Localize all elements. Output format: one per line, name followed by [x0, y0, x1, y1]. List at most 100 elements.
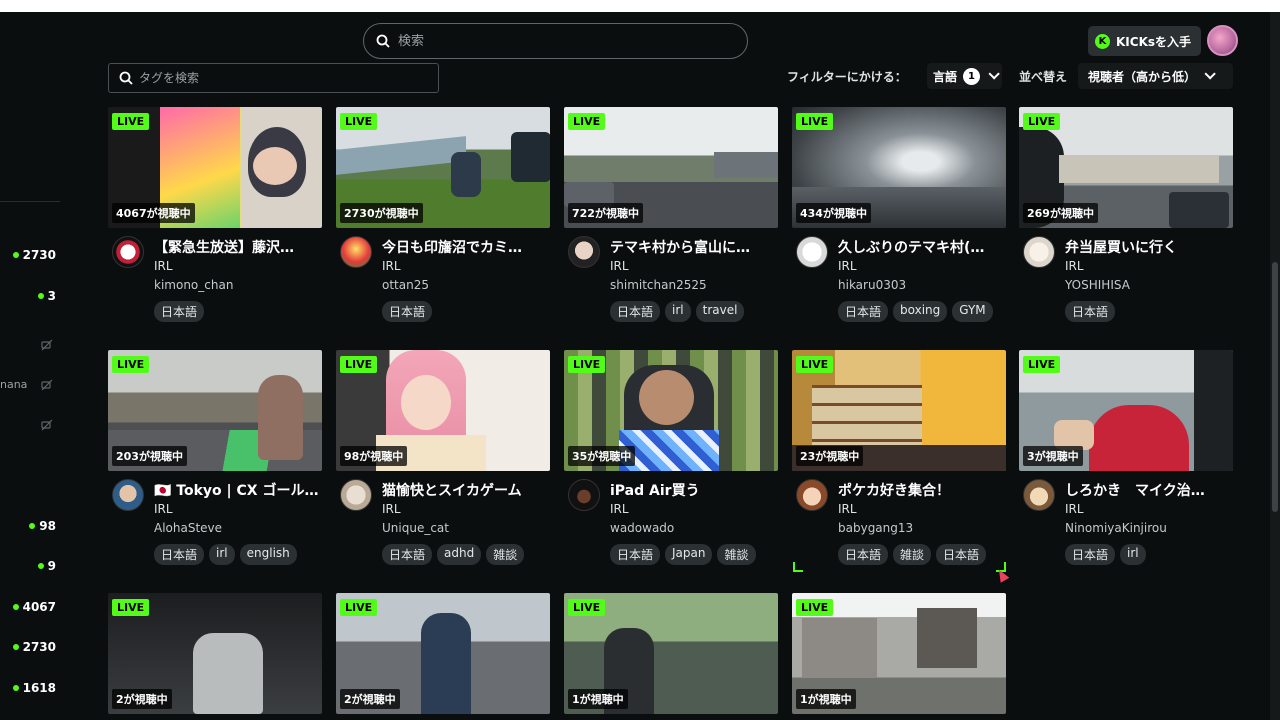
stream-card[interactable]: LIVE 23が視聴中 ポケカ好き集合！ IRL babygang13 日本語 … [792, 350, 1006, 571]
stream-thumbnail[interactable]: LIVE 722が視聴中 [564, 107, 778, 228]
stream-tag[interactable]: 日本語 [838, 301, 889, 322]
channel-name[interactable]: shimitchan2525 [610, 278, 707, 292]
stream-category[interactable]: IRL [382, 502, 401, 516]
stream-tag[interactable]: boxing [893, 301, 948, 322]
stream-title[interactable]: テマキ村から富山に… [610, 237, 778, 257]
stream-title[interactable]: iPad Air買う [610, 480, 778, 500]
stream-tag[interactable]: irl [209, 544, 235, 565]
stream-card[interactable]: LIVE 722が視聴中 テマキ村から富山に… IRL shimitchan25… [564, 107, 778, 328]
channel-avatar[interactable] [796, 479, 828, 511]
stream-tag[interactable]: 雑談 [486, 544, 525, 565]
channel-name[interactable]: babygang13 [838, 521, 913, 535]
stream-tag[interactable]: GYM [952, 301, 993, 322]
stream-thumbnail[interactable]: LIVE 4067が視聴中 [108, 107, 322, 228]
sort-select[interactable]: 視聴者（高から低） [1078, 63, 1233, 89]
stream-category[interactable]: IRL [154, 502, 173, 516]
stream-card[interactable]: LIVE 434が視聴中 久しぶりのテマキ村(… IRL hikaru0303 … [792, 107, 1006, 328]
stream-tag[interactable]: 日本語 [1065, 544, 1116, 565]
tag-search-input[interactable] [139, 71, 419, 85]
stream-thumbnail[interactable]: LIVE 3が視聴中 [1019, 350, 1233, 471]
scrollbar-thumb[interactable] [1272, 262, 1278, 512]
stream-title[interactable]: 弁当屋買いに行く [1065, 237, 1233, 257]
stream-category[interactable]: IRL [838, 502, 857, 516]
stream-card[interactable]: LIVE 35が視聴中 iPad Air買う IRL wadowado 日本語 … [564, 350, 778, 571]
stream-card[interactable]: LIVE 203が視聴中 🇯🇵 Tokyo | CX ゴール… IRL Aloh… [108, 350, 322, 571]
stream-card[interactable]: LIVE 1が視聴中 [564, 593, 778, 714]
stream-title[interactable]: 久しぶりのテマキ村(… [838, 237, 1006, 257]
language-filter-button[interactable]: 言語 1 [927, 63, 1003, 89]
stream-tag[interactable]: 日本語 [1065, 301, 1116, 322]
stream-tag[interactable]: 雑談 [893, 544, 932, 565]
channel-avatar[interactable] [112, 236, 144, 268]
stream-card[interactable]: LIVE 2730が視聴中 今日も印旛沼でカミ… IRL ottan25 日本語 [336, 107, 550, 328]
sidebar-item[interactable]: 1618 [12, 681, 56, 695]
user-avatar[interactable] [1207, 25, 1238, 56]
stream-title[interactable]: 【緊急生放送】藤沢… [154, 237, 322, 257]
channel-avatar[interactable] [340, 236, 372, 268]
stream-tag[interactable]: 日本語 [610, 544, 661, 565]
stream-tag[interactable]: irl [665, 301, 691, 322]
stream-title[interactable]: ポケカ好き集合！ [838, 480, 1006, 500]
sidebar-item[interactable]: 2730 [12, 640, 56, 654]
channel-avatar[interactable] [1023, 236, 1055, 268]
channel-name[interactable]: Unique_cat [382, 521, 449, 535]
stream-thumbnail[interactable]: LIVE 2が視聴中 [108, 593, 322, 714]
channel-name[interactable]: hikaru0303 [838, 278, 906, 292]
channel-name[interactable]: wadowado [610, 521, 674, 535]
offline-icon[interactable] [41, 339, 53, 351]
stream-category[interactable]: IRL [1065, 502, 1084, 516]
stream-tag[interactable]: 日本語 [154, 544, 205, 565]
channel-avatar[interactable] [568, 236, 600, 268]
stream-card[interactable]: LIVE 2が視聴中 [108, 593, 322, 714]
stream-category[interactable]: IRL [154, 259, 173, 273]
stream-tag[interactable]: Japan [665, 544, 713, 565]
sidebar-item[interactable]: 3 [37, 289, 56, 303]
stream-title[interactable]: しろかき マイク治… [1065, 480, 1233, 500]
channel-name[interactable]: ottan25 [382, 278, 429, 292]
stream-tag[interactable]: 日本語 [154, 301, 205, 322]
offline-icon[interactable] [41, 419, 53, 431]
channel-avatar[interactable] [112, 479, 144, 511]
sidebar-item[interactable]: 98 [29, 519, 56, 533]
channel-name[interactable]: NinomiyaKinjirou [1065, 521, 1167, 535]
stream-category[interactable]: IRL [1065, 259, 1084, 273]
stream-category[interactable]: IRL [610, 502, 629, 516]
channel-avatar[interactable] [568, 479, 600, 511]
stream-thumbnail[interactable]: LIVE 35が視聴中 [564, 350, 778, 471]
channel-name[interactable]: YOSHIHISA [1065, 278, 1130, 292]
sidebar-item[interactable]: 4067 [12, 600, 56, 614]
stream-card[interactable]: LIVE 1が視聴中 [792, 593, 1006, 714]
stream-tag[interactable]: 雑談 [717, 544, 756, 565]
stream-tag[interactable]: irl [1120, 544, 1146, 565]
stream-thumbnail[interactable]: LIVE 1が視聴中 [792, 593, 1006, 714]
search-box[interactable] [363, 23, 748, 59]
channel-name[interactable]: AlohaSteve [154, 521, 222, 535]
stream-card[interactable]: LIVE 2が視聴中 [336, 593, 550, 714]
stream-thumbnail[interactable]: LIVE 98が視聴中 [336, 350, 550, 471]
stream-category[interactable]: IRL [838, 259, 857, 273]
stream-card[interactable]: LIVE 3が視聴中 しろかき マイク治… IRL NinomiyaKinjir… [1019, 350, 1233, 571]
tag-search-box[interactable] [108, 63, 439, 93]
stream-thumbnail[interactable]: LIVE 2が視聴中 [336, 593, 550, 714]
channel-avatar[interactable] [1023, 479, 1055, 511]
offline-icon[interactable] [41, 379, 53, 391]
stream-tag[interactable]: english [239, 544, 297, 565]
stream-thumbnail[interactable]: LIVE 1が視聴中 [564, 593, 778, 714]
stream-title[interactable]: 🇯🇵 Tokyo | CX ゴール… [154, 480, 322, 500]
stream-title[interactable]: 今日も印旛沼でカミ… [382, 237, 550, 257]
channel-name[interactable]: kimono_chan [154, 278, 233, 292]
stream-thumbnail[interactable]: LIVE 269が視聴中 [1019, 107, 1233, 228]
stream-thumbnail[interactable]: LIVE 434が視聴中 [792, 107, 1006, 228]
stream-card[interactable]: LIVE 269が視聴中 弁当屋買いに行く IRL YOSHIHISA 日本語 [1019, 107, 1233, 328]
stream-category[interactable]: IRL [610, 259, 629, 273]
stream-tag[interactable]: 日本語 [382, 301, 433, 322]
stream-tag[interactable]: adhd [437, 544, 482, 565]
stream-tag[interactable]: 日本語 [838, 544, 889, 565]
stream-thumbnail[interactable]: LIVE 2730が視聴中 [336, 107, 550, 228]
search-input[interactable] [398, 33, 718, 49]
get-kicks-button[interactable]: K KICKsを入手 [1088, 26, 1201, 56]
channel-avatar[interactable] [340, 479, 372, 511]
sidebar-item[interactable]: 2730 [12, 248, 56, 262]
stream-tag[interactable]: 日本語 [382, 544, 433, 565]
sidebar-item[interactable]: 9 [37, 559, 56, 573]
